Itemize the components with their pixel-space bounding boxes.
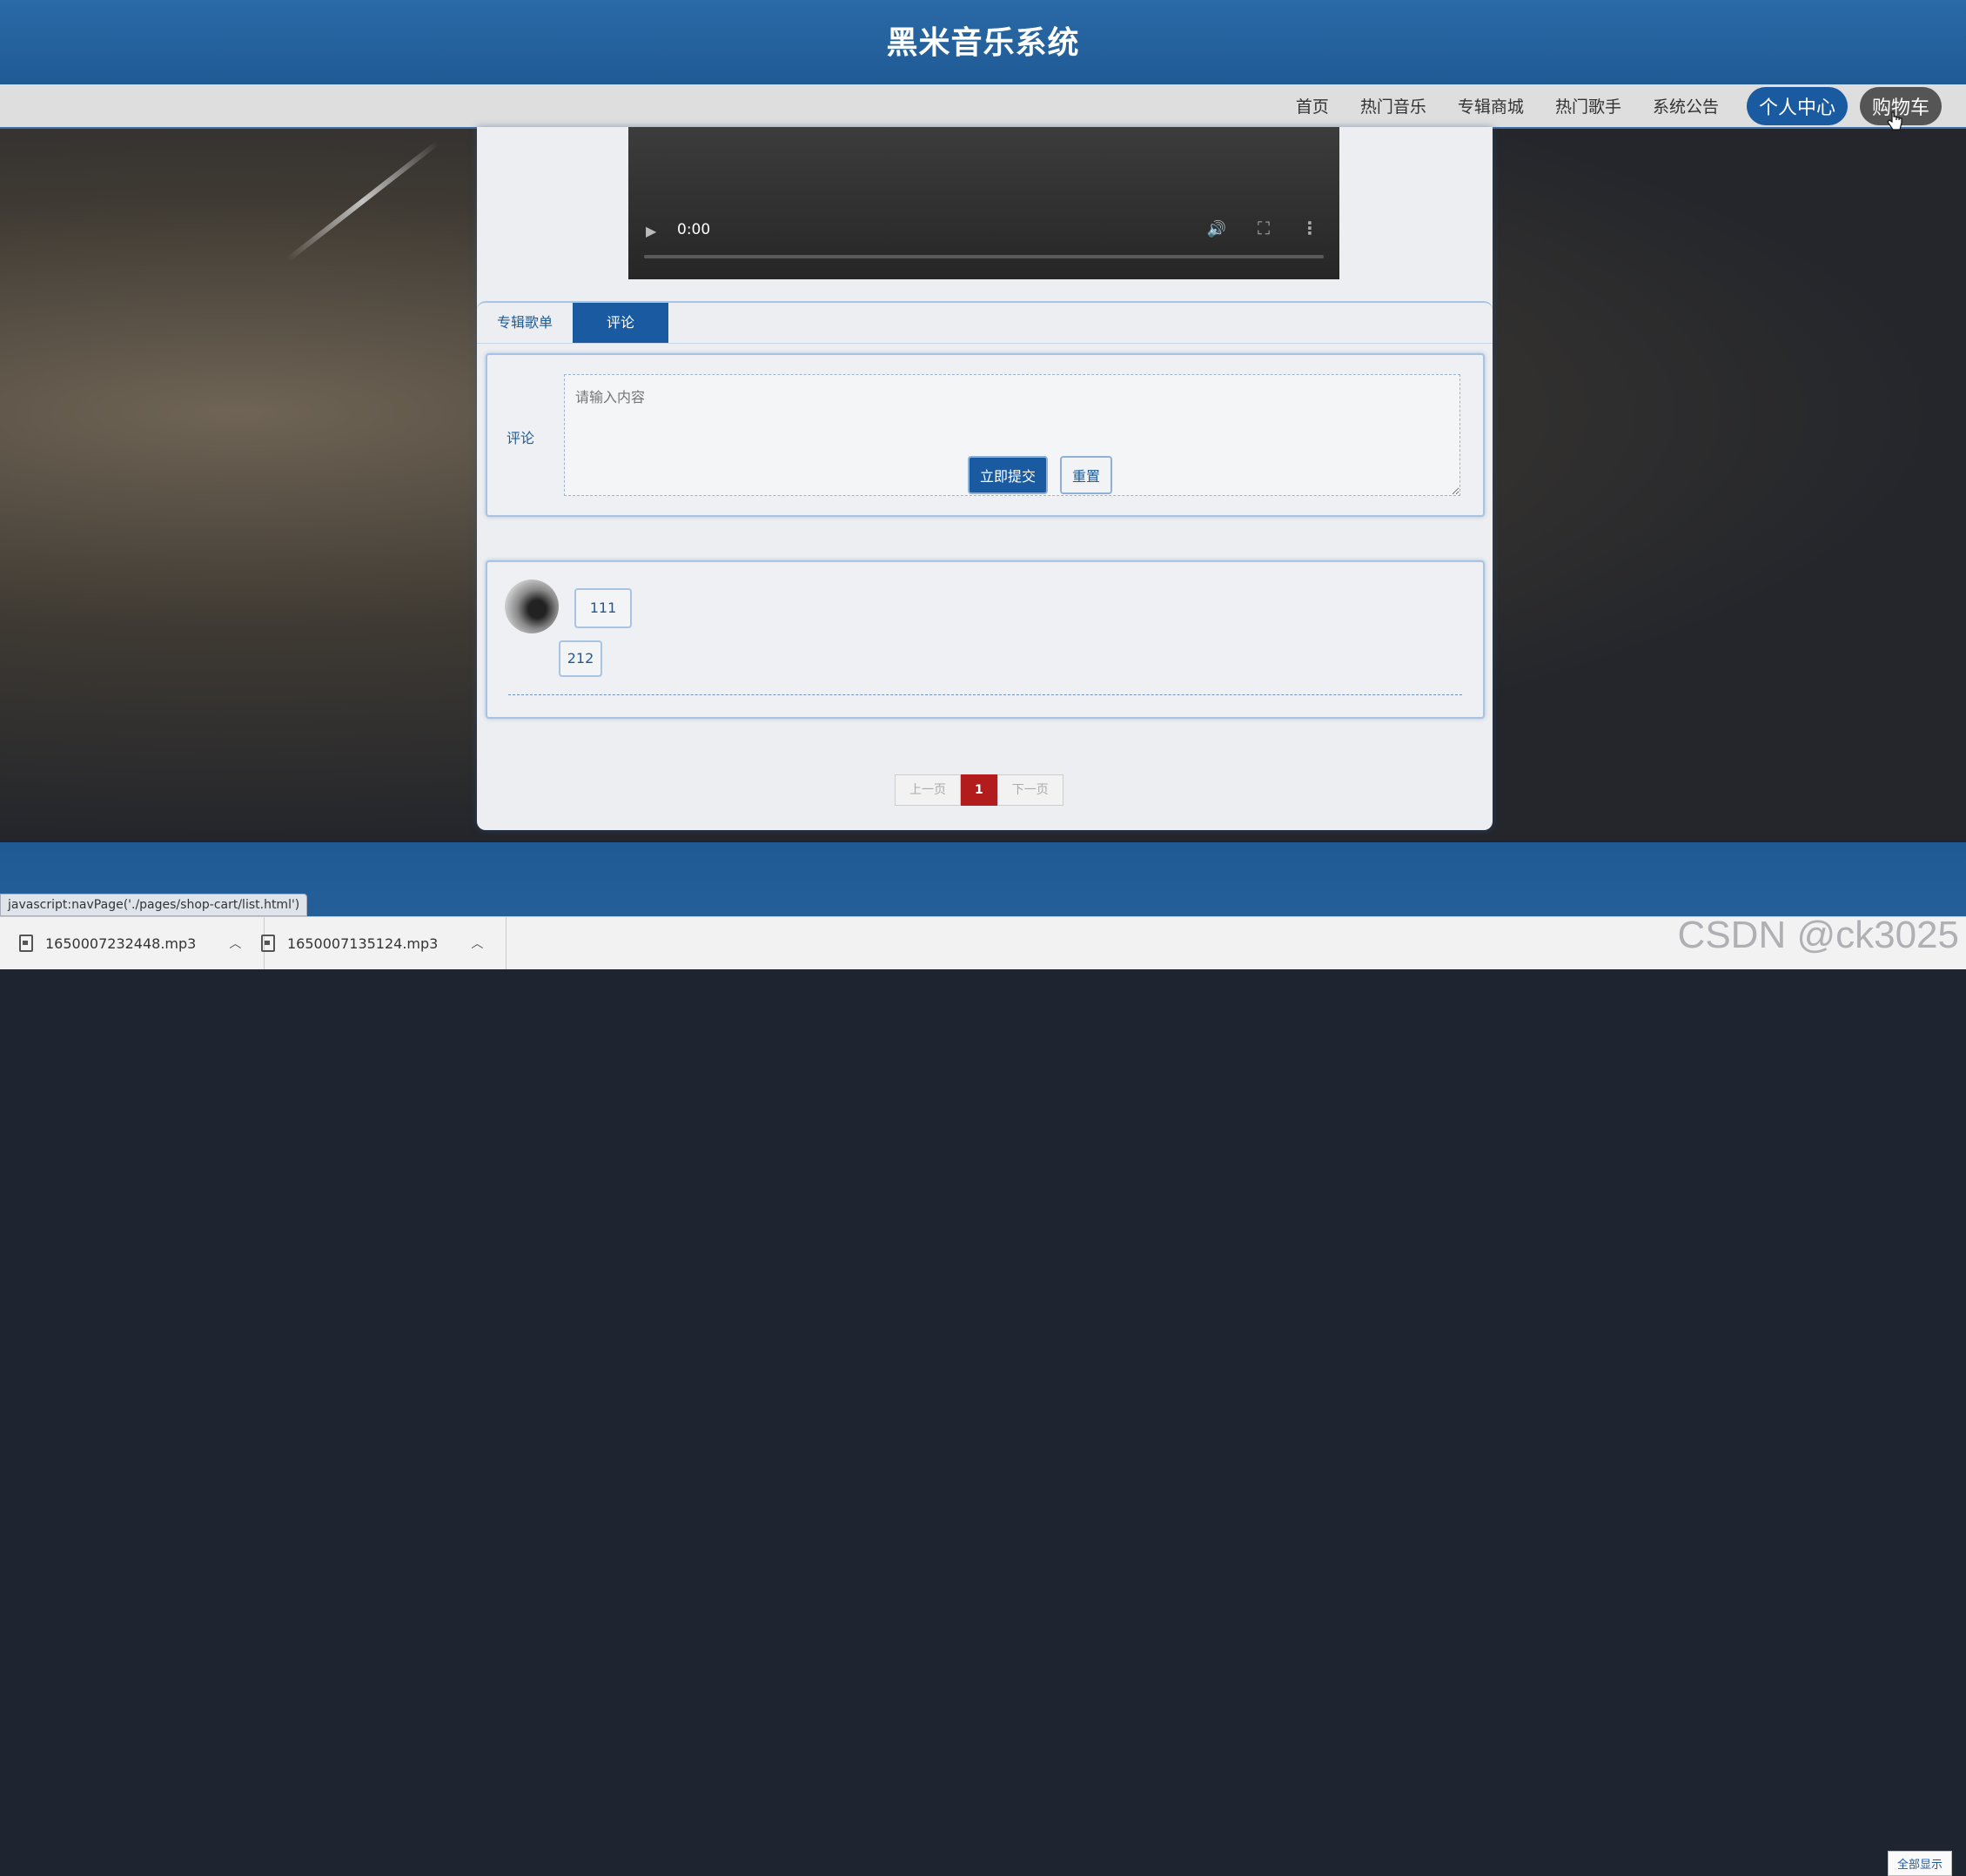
progress-track[interactable] [644,255,1324,258]
next-page-button[interactable]: 下一页 [996,774,1064,806]
chevron-up-icon[interactable]: ︿ [471,935,483,952]
hand-cursor-icon [1887,111,1902,131]
nav-hot-music[interactable]: 热门音乐 [1345,94,1442,117]
download-item[interactable]: 1650007232448.mp3 ︿ [0,917,265,969]
comment-list: 111 212 [486,560,1485,719]
site-title: 黑米音乐系统 [886,25,1080,61]
player-time: 0:00 [677,221,711,238]
comment-content: 212 [559,640,602,677]
download-filename: 1650007135124.mp3 [287,935,439,952]
nav-announcements[interactable]: 系统公告 [1637,94,1735,117]
avatar [505,580,559,633]
download-filename: 1650007232448.mp3 [45,935,197,952]
prev-page-button[interactable]: 上一页 [895,774,961,806]
more-options-icon[interactable]: ⋮ [1301,218,1318,238]
reset-button[interactable]: 重置 [1060,456,1112,494]
volume-icon[interactable]: 🔊 [1207,220,1226,238]
comment-label: 评论 [507,430,535,446]
download-bar: 1650007232448.mp3 ︿ 1650007135124.mp3 ︿ … [0,916,1966,1876]
chevron-up-icon[interactable]: ︿ [229,935,241,952]
play-icon[interactable]: ▶ [646,223,656,239]
file-icon [19,935,33,952]
content-panel: ▶ 0:00 🔊 ⛶ ⋮ 专辑歌单 评论 评论 立即提交 重置 111 212 … [477,127,1493,830]
browser-status-url: javascript:navPage('./pages/shop-cart/li… [0,894,308,916]
show-all-downloads-button[interactable]: 全部显示 [1887,1851,1952,1876]
download-item[interactable]: 1650007135124.mp3 ︿ [242,917,507,969]
background-light-streak [285,140,440,263]
file-icon [261,935,275,952]
submit-button[interactable]: 立即提交 [968,456,1048,494]
watermark: CSDN @ck3025 [1677,914,1959,956]
tab-comments[interactable]: 评论 [573,303,668,343]
audio-player[interactable]: ▶ 0:00 🔊 ⛶ ⋮ [628,127,1339,279]
nav-bar: 首页 热门音乐 专辑商城 热门歌手 系统公告 个人中心 购物车 [0,84,1966,129]
nav-hot-singers[interactable]: 热门歌手 [1540,94,1637,117]
nav-home[interactable]: 首页 [1280,94,1345,117]
tab-row: 专辑歌单 评论 [477,303,1493,344]
comment-username: 111 [574,588,632,628]
comment-divider [508,694,1462,695]
current-page[interactable]: 1 [961,774,997,806]
fullscreen-icon[interactable]: ⛶ [1258,218,1270,238]
personal-center-button[interactable]: 个人中心 [1746,86,1848,125]
nav-album-store[interactable]: 专辑商城 [1442,94,1540,117]
pagination: 上一页 1 下一页 [895,774,1064,806]
site-header: 黑米音乐系统 [0,0,1966,84]
tab-album-playlist[interactable]: 专辑歌单 [477,303,573,343]
tabs-card: 专辑歌单 评论 评论 立即提交 重置 111 212 上一页 1 下一页 [477,301,1493,832]
